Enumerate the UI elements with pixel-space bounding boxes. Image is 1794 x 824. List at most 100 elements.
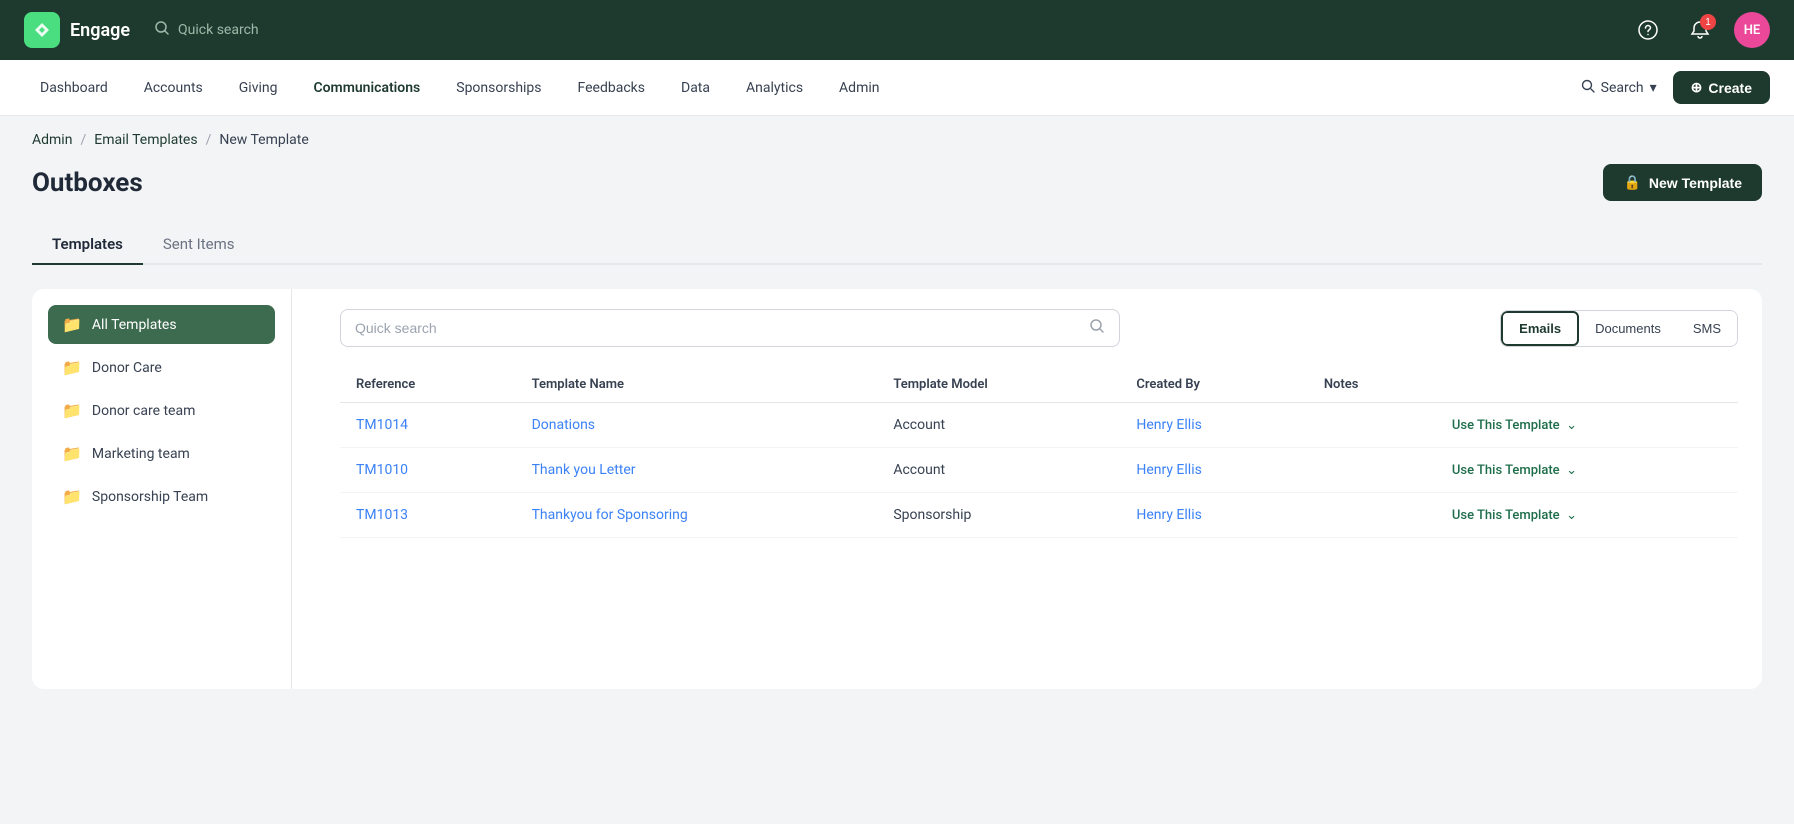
sidebar-item-marketing-team[interactable]: 📁 Marketing team	[48, 434, 275, 473]
content-area: 📁 All Templates 📁 Donor Care 📁 Donor car…	[32, 289, 1762, 689]
nav-search-label: Search	[1601, 80, 1644, 96]
filter-sms-btn[interactable]: SMS	[1677, 311, 1737, 346]
create-label: Create	[1708, 80, 1752, 96]
sidebar-item-donor-care[interactable]: 📁 Donor Care	[48, 348, 275, 387]
breadcrumb-new-template: New Template	[219, 132, 308, 148]
notification-badge: 1	[1700, 14, 1716, 30]
folder-icon: 📁	[62, 315, 82, 334]
template-model-account-2: Account	[877, 448, 1120, 493]
ref-tm1013[interactable]: TM1013	[356, 507, 408, 523]
navbar: Dashboard Accounts Giving Communications…	[0, 60, 1794, 116]
table-row: TM1010 Thank you Letter Account Henry El…	[340, 448, 1738, 493]
notes-2	[1308, 448, 1436, 493]
created-by-henry-2[interactable]: Henry Ellis	[1136, 462, 1202, 478]
topbar: Engage Quick search 1 HE	[0, 0, 1794, 60]
sidebar-label-donor-care: Donor Care	[92, 360, 162, 376]
create-plus-icon: ⊕	[1691, 79, 1703, 96]
breadcrumb-admin[interactable]: Admin	[32, 132, 72, 148]
notifications-button[interactable]: 1	[1682, 12, 1718, 48]
type-filter: Emails Documents SMS	[1500, 310, 1738, 347]
col-notes: Notes	[1308, 367, 1436, 403]
col-created-by: Created By	[1120, 367, 1308, 403]
folder-icon: 📁	[62, 487, 82, 506]
sidebar-label-donor-care-team: Donor care team	[92, 403, 195, 419]
global-search[interactable]: Quick search	[154, 20, 1630, 40]
notes-1	[1308, 403, 1436, 448]
app-logo[interactable]: Engage	[24, 12, 130, 48]
sidebar-item-donor-care-team[interactable]: 📁 Donor care team	[48, 391, 275, 430]
filter-documents-btn[interactable]: Documents	[1579, 311, 1677, 346]
logo-icon	[24, 12, 60, 48]
nav-item-accounts[interactable]: Accounts	[128, 74, 219, 102]
use-template-tm1013[interactable]: Use This Template ⌄	[1452, 508, 1722, 523]
sidebar-label-sponsorship-team: Sponsorship Team	[92, 489, 208, 505]
sidebar-item-sponsorship-team[interactable]: 📁 Sponsorship Team	[48, 477, 275, 516]
panel-top: Emails Documents SMS	[340, 309, 1738, 347]
col-template-name: Template Name	[516, 367, 878, 403]
ref-tm1010[interactable]: TM1010	[356, 462, 408, 478]
folder-icon: 📁	[62, 358, 82, 377]
template-name-thankyou-sponsoring[interactable]: Thankyou for Sponsoring	[532, 507, 688, 523]
breadcrumb-sep-2: /	[206, 132, 212, 148]
nav-item-giving[interactable]: Giving	[223, 74, 294, 102]
nav-item-sponsorships[interactable]: Sponsorships	[440, 74, 557, 102]
folder-icon: 📁	[62, 401, 82, 420]
nav-search-chevron: ▾	[1650, 80, 1657, 96]
filter-emails-btn[interactable]: Emails	[1501, 311, 1579, 346]
nav-item-dashboard[interactable]: Dashboard	[24, 74, 124, 102]
table-row: TM1014 Donations Account Henry Ellis Use…	[340, 403, 1738, 448]
new-template-label: New Template	[1649, 175, 1742, 191]
templates-table: Reference Template Name Template Model C…	[340, 367, 1738, 538]
avatar[interactable]: HE	[1734, 12, 1770, 48]
table-row: TM1013 Thankyou for Sponsoring Sponsorsh…	[340, 493, 1738, 538]
quick-search-input[interactable]	[355, 320, 1081, 336]
sidebar-label-marketing-team: Marketing team	[92, 446, 190, 462]
nav-search-icon	[1581, 79, 1595, 97]
use-template-tm1010[interactable]: Use This Template ⌄	[1452, 463, 1722, 478]
notes-3	[1308, 493, 1436, 538]
template-model-account-1: Account	[877, 403, 1120, 448]
breadcrumb-sep-1: /	[80, 132, 86, 148]
col-reference: Reference	[340, 367, 516, 403]
tab-sent-items[interactable]: Sent Items	[143, 225, 255, 265]
tab-templates[interactable]: Templates	[32, 225, 143, 265]
breadcrumb: Admin / Email Templates / New Template	[0, 116, 1794, 164]
table-header-row: Reference Template Name Template Model C…	[340, 367, 1738, 403]
created-by-henry-1[interactable]: Henry Ellis	[1136, 417, 1202, 433]
nav-search[interactable]: Search ▾	[1569, 73, 1669, 103]
search-icon	[1089, 318, 1105, 338]
search-box[interactable]	[340, 309, 1120, 347]
template-model-sponsorship: Sponsorship	[877, 493, 1120, 538]
nav-item-communications[interactable]: Communications	[297, 74, 436, 102]
page-title: Outboxes	[32, 168, 143, 198]
nav-item-admin[interactable]: Admin	[823, 74, 895, 102]
table-container: Reference Template Name Template Model C…	[340, 367, 1738, 538]
nav-item-analytics[interactable]: Analytics	[730, 74, 819, 102]
breadcrumb-email-templates[interactable]: Email Templates	[94, 132, 197, 148]
lock-icon: 🔒	[1623, 174, 1640, 191]
sidebar: 📁 All Templates 📁 Donor Care 📁 Donor car…	[32, 289, 292, 689]
col-action	[1436, 367, 1738, 403]
page-header: Outboxes 🔒 New Template	[32, 164, 1762, 201]
folder-icon: 📁	[62, 444, 82, 463]
create-button[interactable]: ⊕ Create	[1673, 71, 1770, 104]
topbar-actions: 1 HE	[1630, 12, 1770, 48]
new-template-button[interactable]: 🔒 New Template	[1603, 164, 1762, 201]
panel: Emails Documents SMS Reference Template …	[316, 289, 1762, 689]
col-template-model: Template Model	[877, 367, 1120, 403]
nav-item-feedbacks[interactable]: Feedbacks	[562, 74, 661, 102]
search-placeholder: Quick search	[178, 22, 259, 38]
nav-item-data[interactable]: Data	[665, 74, 726, 102]
sidebar-item-all-templates[interactable]: 📁 All Templates	[48, 305, 275, 344]
main-content: Outboxes 🔒 New Template Templates Sent I…	[0, 164, 1794, 721]
sidebar-label-all-templates: All Templates	[92, 317, 177, 333]
created-by-henry-3[interactable]: Henry Ellis	[1136, 507, 1202, 523]
help-button[interactable]	[1630, 12, 1666, 48]
template-name-donations[interactable]: Donations	[532, 417, 595, 433]
tabs: Templates Sent Items	[32, 225, 1762, 265]
template-name-thank-you[interactable]: Thank you Letter	[532, 462, 636, 478]
ref-tm1014[interactable]: TM1014	[356, 417, 408, 433]
search-icon	[154, 20, 170, 40]
app-name: Engage	[70, 20, 130, 41]
use-template-tm1014[interactable]: Use This Template ⌄	[1452, 418, 1722, 433]
